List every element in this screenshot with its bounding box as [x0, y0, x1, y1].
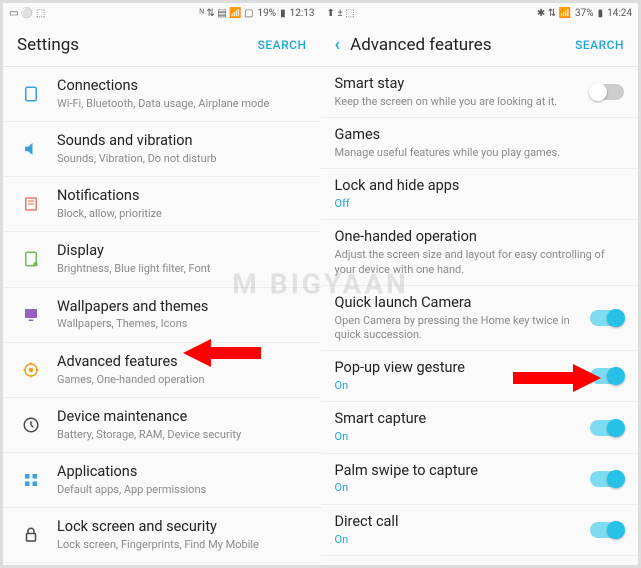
item-sub: Open Camera by pressing the Home key twi…: [335, 314, 583, 343]
item-sub: Games, One-handed operation: [57, 373, 307, 387]
wallpaper-icon: [17, 306, 45, 324]
page-title: Advanced features: [350, 35, 575, 55]
item-sub: Battery, Storage, RAM, Device security: [57, 428, 307, 442]
feature-item[interactable]: Lock and hide appsOff: [321, 169, 639, 220]
status-icons: ᴺ ⇅ ▤ 📶 ▢: [200, 8, 254, 19]
item-sub: On: [335, 481, 583, 495]
feature-item[interactable]: Pop-up view gestureOn: [321, 351, 639, 402]
item-label: One-handed operation: [335, 228, 625, 247]
toggle-switch[interactable]: [590, 522, 624, 538]
item-sub: Adjust the screen size and layout for ea…: [335, 248, 625, 277]
page-title: Settings: [17, 35, 258, 55]
battery-icon: ▮: [598, 8, 604, 19]
search-button[interactable]: SEARCH: [258, 38, 307, 52]
toggle-switch[interactable]: [590, 368, 624, 384]
item-label: Notifications: [57, 187, 307, 206]
advanced-features-screen: ⬆ ± ⬚ ✱ ⇅ 📶 37% ▮ 14:24 ‹ Advanced featu…: [321, 3, 639, 565]
status-left-icons: ⬆ ± ⬚: [327, 8, 355, 19]
toggle-switch[interactable]: [590, 471, 624, 487]
settings-item-advanced[interactable]: Advanced featuresGames, One-handed opera…: [3, 343, 321, 398]
item-label: Smart capture: [335, 410, 583, 429]
item-sub: Off: [335, 197, 625, 211]
battery-icon: ▮: [280, 8, 286, 19]
advanced-list: Smart stayKeep the screen on while you a…: [321, 67, 639, 565]
feature-item[interactable]: GamesManage useful features while you pl…: [321, 118, 639, 169]
advanced-icon: [17, 361, 45, 379]
item-label: Lock screen and security: [57, 518, 307, 537]
settings-header: Settings SEARCH: [3, 23, 321, 67]
settings-item-apps[interactable]: ApplicationsDefault apps, App permission…: [3, 453, 321, 508]
settings-item-lock[interactable]: Lock screen and securityLock screen, Fin…: [3, 508, 321, 563]
status-battery: 19%: [258, 8, 277, 19]
item-label: Sounds and vibration: [57, 132, 307, 151]
lock-icon: [17, 526, 45, 544]
settings-item-display[interactable]: DisplayBrightness, Blue light filter, Fo…: [3, 232, 321, 287]
item-sub: On: [335, 533, 583, 547]
advanced-header: ‹ Advanced features SEARCH: [321, 23, 639, 67]
toggle-switch[interactable]: [590, 420, 624, 436]
item-label: Direct call: [335, 513, 583, 532]
item-label: Advanced features: [57, 353, 307, 372]
status-time: 12:13: [290, 8, 315, 19]
item-sub: Brightness, Blue light filter, Font: [57, 262, 307, 276]
item-label: Wallpapers and themes: [57, 298, 307, 317]
status-icons: ✱ ⇅ 📶: [537, 8, 571, 19]
feature-item[interactable]: Direct callOn: [321, 505, 639, 556]
status-time: 14:24: [607, 8, 632, 19]
status-bar: ▭ ⚪ ⬚ ᴺ ⇅ ▤ 📶 ▢ 19% ▮ 12:13: [3, 3, 321, 23]
settings-item-maintenance[interactable]: Device maintenanceBattery, Storage, RAM,…: [3, 398, 321, 453]
item-sub: Default apps, App permissions: [57, 483, 307, 497]
feature-item[interactable]: Smart stayKeep the screen on while you a…: [321, 67, 639, 118]
settings-item-connections[interactable]: ConnectionsWi-Fi, Bluetooth, Data usage,…: [3, 67, 321, 122]
item-sub: Lock screen, Fingerprints, Find My Mobil…: [57, 538, 307, 552]
item-sub: Wallpapers, Themes, Icons: [57, 317, 307, 331]
feature-item[interactable]: Smart captureOn: [321, 402, 639, 453]
display-icon: [17, 250, 45, 268]
connections-icon: [17, 85, 45, 103]
notifications-icon: [17, 195, 45, 213]
toggle-switch[interactable]: [590, 84, 624, 100]
settings-item-cloud[interactable]: Cloud and accountsSamsung Cloud, Backup: [3, 563, 321, 565]
item-sub: Keep the screen on while you are looking…: [335, 95, 583, 109]
item-label: Quick launch Camera: [335, 294, 583, 313]
item-label: Pop-up view gesture: [335, 359, 583, 378]
item-sub: On: [335, 430, 583, 444]
item-sub: Sounds, Vibration, Do not disturb: [57, 152, 307, 166]
status-left-icons: ▭ ⚪ ⬚: [9, 8, 45, 19]
settings-item-wallpaper[interactable]: Wallpapers and themesWallpapers, Themes,…: [3, 288, 321, 343]
feature-item[interactable]: Quick launch CameraOpen Camera by pressi…: [321, 286, 639, 351]
apps-icon: [17, 471, 45, 489]
item-sub: Block, allow, prioritize: [57, 207, 307, 221]
status-bar: ⬆ ± ⬚ ✱ ⇅ 📶 37% ▮ 14:24: [321, 3, 639, 23]
item-label: Games: [335, 126, 625, 145]
feature-item[interactable]: One-handed operationAdjust the screen si…: [321, 220, 639, 285]
sound-icon: [17, 140, 45, 158]
back-button[interactable]: ‹: [335, 34, 341, 55]
settings-item-sound[interactable]: Sounds and vibrationSounds, Vibration, D…: [3, 122, 321, 177]
settings-item-notifications[interactable]: NotificationsBlock, allow, prioritize: [3, 177, 321, 232]
item-label: Smart stay: [335, 75, 583, 94]
feature-item[interactable]: Palm swipe to captureOn: [321, 454, 639, 505]
item-label: Palm swipe to capture: [335, 462, 583, 481]
item-label: Connections: [57, 77, 307, 96]
item-sub: Wi-Fi, Bluetooth, Data usage, Airplane m…: [57, 97, 307, 111]
maintenance-icon: [17, 416, 45, 434]
item-label: Display: [57, 242, 307, 261]
toggle-switch[interactable]: [590, 310, 624, 326]
item-label: Device maintenance: [57, 408, 307, 427]
settings-list: ConnectionsWi-Fi, Bluetooth, Data usage,…: [3, 67, 321, 565]
settings-screen: ▭ ⚪ ⬚ ᴺ ⇅ ▤ 📶 ▢ 19% ▮ 12:13 Settings SEA…: [3, 3, 321, 565]
item-label: Lock and hide apps: [335, 177, 625, 196]
item-sub: On: [335, 379, 583, 393]
item-label: Applications: [57, 463, 307, 482]
item-sub: Manage useful features while you play ga…: [335, 146, 625, 160]
search-button[interactable]: SEARCH: [575, 38, 624, 52]
status-battery: 37%: [575, 8, 594, 19]
